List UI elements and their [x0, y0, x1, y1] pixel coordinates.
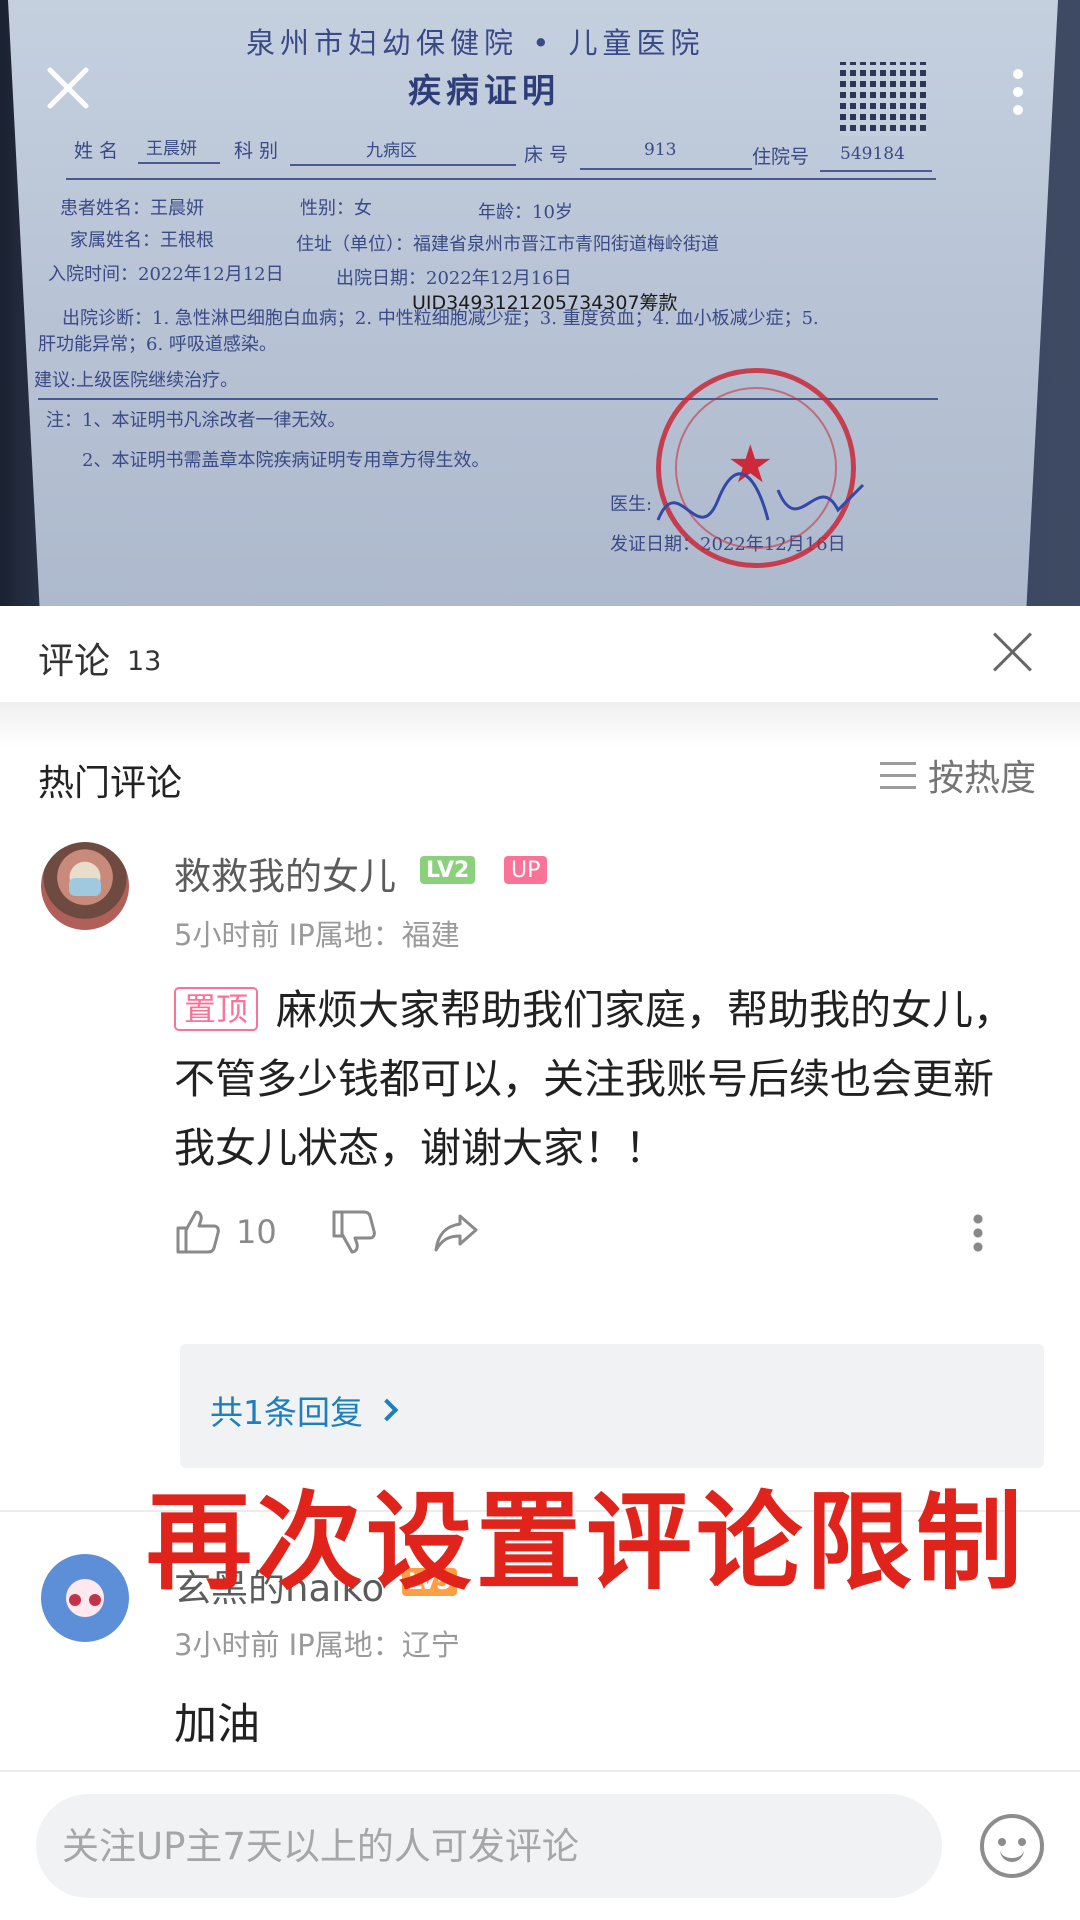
avatar-eye [89, 1594, 101, 1606]
dept-value: 九病区 [366, 141, 417, 161]
doctor-signature [656, 472, 865, 521]
dislike-icon [332, 1210, 376, 1254]
emoji-mouth [1000, 1850, 1024, 1862]
note-line-2: 2、本证明书需盖章本院疾病证明专用章方得生效。 [82, 450, 490, 471]
admit-no-value: 549184 [840, 144, 905, 164]
family-name-line: 家属姓名：王根根 [70, 230, 214, 251]
dislike-button[interactable] [330, 1206, 378, 1258]
avatar-eye [69, 1594, 81, 1606]
header-separator [0, 702, 1080, 748]
emoji-eye [998, 1838, 1006, 1846]
pinned-badge: 置顶 [174, 987, 259, 1031]
dept-label: 科 别 [234, 140, 279, 162]
document-title: 疾病证明 [408, 71, 560, 110]
comment-more-icon[interactable] [972, 1212, 984, 1252]
underline [820, 170, 932, 172]
address-line: 住址（单位）：福建省泉州市晋江市青阳街道梅岭街道 [296, 234, 719, 255]
sort-by-popularity-button[interactable]: 按热度 [880, 752, 1037, 799]
share-icon [434, 1214, 478, 1252]
admit-date-line: 入院时间：2022年12月12日 [48, 264, 284, 285]
sort-lines-icon [880, 760, 916, 790]
diagnosis-line-1: 出院诊断：1. 急性淋巴细胞白血病；2. 中性粒细胞减少症；3. 重度贫血；4.… [62, 308, 819, 329]
close-panel-icon[interactable] [984, 626, 1040, 682]
advice-line: 建议:上级医院继续治疗。 [34, 370, 239, 391]
discharge-date-line: 出院日期：2022年12月16日 [336, 268, 572, 289]
like-count: 10 [236, 1213, 277, 1251]
note-line-1: 注：1、本证明书凡涂改者一律无效。 [46, 410, 346, 431]
comment-count: 13 [127, 646, 162, 677]
emoji-eye [1018, 1838, 1026, 1846]
sort-label: 按热度 [928, 758, 1037, 799]
view-replies-link[interactable]: 共1条回复 [210, 1386, 399, 1434]
more-vertical-icon[interactable] [1010, 68, 1026, 116]
underline [138, 162, 220, 164]
comment-meta: 5小时前 IP属地：福建 [174, 918, 460, 952]
comment-username[interactable]: 救救我的女儿 [174, 846, 396, 900]
level-badge: LV2 [420, 856, 476, 884]
reply-count-text: 共1条回复 [210, 1393, 363, 1432]
comment-body: 置顶 麻烦大家帮助我们家庭，帮助我的女儿，不管多少钱都可以，关注我账号后续也会更新… [174, 976, 1014, 1183]
comment-meta: 3小时前 IP属地：辽宁 [174, 1628, 460, 1662]
up-badge: UP [504, 856, 548, 884]
share-button[interactable] [432, 1206, 480, 1258]
comment-input-bar [0, 1770, 1080, 1920]
header-rule [66, 178, 936, 180]
post-image[interactable]: 泉州市妇幼保健院 • 儿童医院 疾病证明 姓 名 王晨妍 科 别 九病区 床 号… [0, 0, 1080, 606]
close-icon[interactable] [44, 64, 92, 112]
admit-no-label: 住院号 [752, 146, 810, 168]
hot-comments-title: 热门评论 [38, 763, 183, 804]
like-icon [176, 1210, 220, 1254]
underline [580, 168, 752, 170]
comment-text: 加油 [174, 1700, 260, 1750]
hospital-name: 泉州市妇幼保健院 • 儿童医院 [246, 26, 705, 60]
diagnosis-line-2: 肝功能异常；6. 呼吸道感染。 [38, 334, 277, 355]
bed-value: 913 [644, 140, 677, 160]
patient-name-line: 患者姓名：王晨妍 [60, 198, 204, 219]
like-button[interactable]: 10 [174, 1206, 277, 1258]
medical-certificate-document: 泉州市妇幼保健院 • 儿童医院 疾病证明 姓 名 王晨妍 科 别 九病区 床 号… [8, 0, 1058, 606]
emoji-icon[interactable] [980, 1814, 1044, 1878]
chevron-right-icon [375, 1398, 399, 1422]
underline [290, 164, 516, 166]
comment-panel-header: 评论 13 [0, 606, 1080, 702]
overlay-caption: 再次设置评论限制 [146, 1481, 1026, 1604]
gender-line: 性别：女 [300, 198, 372, 219]
qr-code [840, 62, 926, 136]
avatar-mask-detail [69, 878, 101, 896]
bed-label: 床 号 [524, 144, 569, 166]
comment-text: 麻烦大家帮助我们家庭，帮助我的女儿，不管多少钱都可以，关注我账号后续也会更新我女… [174, 986, 1015, 1172]
reply-box[interactable]: 共1条回复 [180, 1344, 1044, 1468]
name-label: 姓 名 [74, 140, 119, 162]
age-line: 年龄：10岁 [478, 202, 573, 223]
comment-input[interactable] [36, 1794, 942, 1898]
avatar[interactable] [41, 842, 129, 930]
doctor-label: 医生: [610, 494, 653, 515]
avatar[interactable] [41, 1554, 129, 1642]
comment-panel-title: 评论 [38, 641, 111, 682]
name-value: 王晨妍 [146, 139, 197, 159]
